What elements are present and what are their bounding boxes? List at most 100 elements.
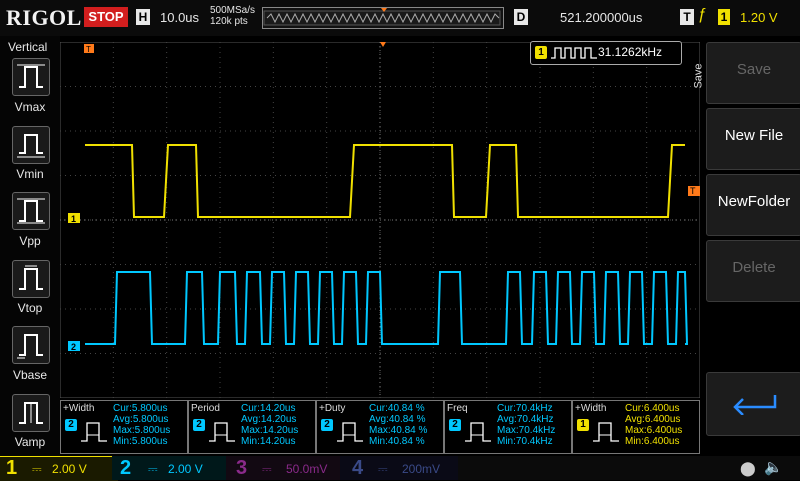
vmin-icon xyxy=(17,134,45,158)
pulse-measure-icon xyxy=(337,422,363,442)
square-wave-icon xyxy=(551,47,597,59)
vamp-label: Vamp xyxy=(14,435,46,449)
ch4-coupling-icon: ⎓ xyxy=(378,462,388,476)
frequency-counter-value: 31.1262kHz xyxy=(598,45,663,59)
timebase-value[interactable]: 10.0us xyxy=(160,10,199,25)
channel2-waveform xyxy=(85,271,689,345)
measurement-box[interactable]: Freq 2 Cur:70.4kHz Avg:70.4kHz Max:70.4kHz Mi… xyxy=(444,400,572,454)
new-folder-softkey[interactable]: NewFolder xyxy=(706,174,800,236)
ch4-number: 4 xyxy=(352,457,364,479)
measurement-min: Min:14.20us xyxy=(241,436,296,447)
sample-rate: 500MSa/s xyxy=(210,5,256,16)
ch3-scale: 50.0mV xyxy=(286,462,328,476)
measurement-cur: Cur:5.800us xyxy=(113,403,168,414)
menu-title: Vertical xyxy=(8,40,48,54)
menu-side-label: Save xyxy=(692,63,705,89)
ch1-ground-marker-label: 1 xyxy=(71,214,76,224)
vmax-label: Vmax xyxy=(14,100,46,114)
ch2-scale: 2.00 V xyxy=(168,462,203,476)
vamp-button[interactable] xyxy=(12,394,50,432)
vbase-button[interactable] xyxy=(12,326,50,364)
measurement-max: Max:70.4kHz xyxy=(497,425,556,436)
return-icon xyxy=(733,395,777,415)
vtop-label: Vtop xyxy=(17,301,43,315)
measurement-avg: Avg:6.400us xyxy=(625,414,681,425)
waveform-display[interactable]: T 1 2 T xyxy=(60,42,700,398)
run-stop-status[interactable]: STOP xyxy=(84,7,128,27)
measurement-values: Cur:70.4kHz Avg:70.4kHz Max:70.4kHz Min:70.… xyxy=(497,403,555,447)
measurement-box[interactable]: Period 2 Cur:14.20us Avg:14.20us Max:14.20us… xyxy=(188,400,316,454)
new-file-softkey[interactable]: New File xyxy=(706,108,800,170)
measurement-box[interactable]: +Width 2 Cur:5.800us Avg:5.800us Max:5.800us… xyxy=(60,400,188,454)
measurement-name: +Width xyxy=(63,403,95,414)
measurement-max: Max:14.20us xyxy=(241,425,299,436)
return-softkey[interactable] xyxy=(706,372,800,436)
vmin-button[interactable] xyxy=(12,126,50,164)
vbase-label: Vbase xyxy=(12,368,48,382)
save-softkey-label: Save xyxy=(736,61,772,78)
pulse-measure-icon xyxy=(465,422,491,442)
measurement-values: Cur:5.800us Avg:5.800us Max:5.800us Min:5.8… xyxy=(113,403,170,447)
vtop-button[interactable] xyxy=(12,260,50,298)
measurement-name: Period xyxy=(191,403,220,414)
pulse-measure-icon xyxy=(81,422,107,442)
measurement-avg: Avg:40.84 % xyxy=(369,414,426,425)
measurement-avg: Avg:14.20us xyxy=(241,414,297,425)
ch2-coupling-icon: ⎓ xyxy=(148,462,158,476)
measurement-min: Min:6.400us xyxy=(625,436,680,447)
channel1-waveform xyxy=(85,144,685,218)
measurement-cur: Cur:6.400us xyxy=(625,403,680,414)
measurement-max: Max:5.800us xyxy=(113,425,171,436)
new-folder-softkey-label: NewFolder xyxy=(717,193,791,210)
vpp-label: Vpp xyxy=(19,234,41,248)
trigger-position-marker xyxy=(380,42,386,47)
measurement-cur: Cur:14.20us xyxy=(241,403,296,414)
measurement-cur: Cur:40.84 % xyxy=(369,403,425,414)
vamp-icon xyxy=(19,402,43,424)
new-file-softkey-label: New File xyxy=(724,127,784,144)
ch1-number: 1 xyxy=(6,457,18,479)
measurement-values: Cur:14.20us Avg:14.20us Max:14.20us Min:14.… xyxy=(241,403,298,447)
horizontal-label: H xyxy=(136,9,150,25)
speaker-mute-icon[interactable]: 🔈 xyxy=(764,458,783,476)
vtop-icon xyxy=(19,265,43,290)
measurement-avg: Avg:5.800us xyxy=(113,414,169,425)
rising-edge-icon: ƒ xyxy=(698,6,707,23)
ch1-scale: 2.00 V xyxy=(52,462,87,476)
measurement-channel-badge: 2 xyxy=(65,419,77,431)
memory-depth: 120k pts xyxy=(210,16,248,27)
ch3-number: 3 xyxy=(236,457,248,479)
memory-overview-strip xyxy=(262,7,504,29)
vpp-button[interactable] xyxy=(12,192,50,230)
trigger-label: T xyxy=(680,9,694,25)
save-softkey[interactable]: Save xyxy=(706,42,800,104)
ch3-coupling-icon: ⎓ xyxy=(262,462,272,476)
trigger-level-value[interactable]: 1.20 V xyxy=(740,10,778,25)
measurement-values: Cur:6.400us Avg:6.400us Max:6.400us Min:6.4… xyxy=(625,403,682,447)
trigger-level-marker-label: T xyxy=(690,186,696,196)
measurement-box[interactable]: +Width 1 Cur:6.400us Avg:6.400us Max:6.400us… xyxy=(572,400,700,454)
pulse-measure-icon xyxy=(209,422,235,442)
memory-waveform-preview xyxy=(263,8,501,26)
vpp-icon xyxy=(17,198,45,224)
pulse-measure-icon xyxy=(593,422,619,442)
measurement-max: Max:6.400us xyxy=(625,425,683,436)
measurement-values: Cur:40.84 % Avg:40.84 % Max:40.84 % Min:40.… xyxy=(369,403,427,447)
measurement-channel-badge: 1 xyxy=(577,419,589,431)
measurement-channel-badge: 2 xyxy=(193,419,205,431)
ch4-scale: 200mV xyxy=(402,462,441,476)
freq-counter-channel: 1 xyxy=(535,46,547,59)
delay-value[interactable]: 521.200000us xyxy=(560,10,642,25)
vmax-icon xyxy=(17,64,45,88)
measurement-avg: Avg:70.4kHz xyxy=(497,414,554,425)
delete-softkey[interactable]: Delete xyxy=(706,240,800,302)
rigol-logo: RIGOL xyxy=(6,5,82,30)
measurement-box[interactable]: +Duty 2 Cur:40.84 % Avg:40.84 % Max:40.84 % M… xyxy=(316,400,444,454)
measurement-name: +Width xyxy=(575,403,607,414)
vmax-button[interactable] xyxy=(12,58,50,96)
measurement-cur: Cur:70.4kHz xyxy=(497,403,553,414)
measurement-min: Min:70.4kHz xyxy=(497,436,553,447)
measurement-max: Max:40.84 % xyxy=(369,425,428,436)
delete-softkey-label: Delete xyxy=(732,259,776,276)
vbase-icon xyxy=(17,334,43,359)
